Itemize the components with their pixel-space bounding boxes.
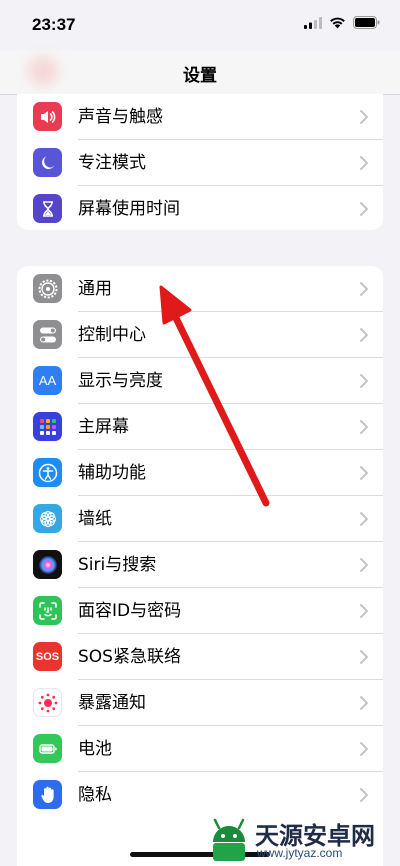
- status-time: 23:37: [32, 15, 76, 34]
- sos-icon: SOS: [33, 642, 62, 671]
- battery-icon: [353, 16, 380, 29]
- status-bar: 23:37: [0, 0, 400, 50]
- hand-icon: [33, 780, 62, 809]
- settings-row-screen-time[interactable]: 屏幕使用时间: [17, 186, 383, 230]
- nav-bar: 设置: [0, 50, 400, 95]
- chevron-right-icon: [360, 420, 368, 434]
- settings-row-label: SOS紧急联络: [78, 647, 181, 667]
- chevron-right-icon: [360, 156, 368, 170]
- accessibility-icon: [33, 458, 62, 487]
- cellular-signal-icon: [304, 16, 322, 29]
- settings-row-label: 控制中心: [78, 325, 146, 345]
- siri-icon: [33, 550, 62, 579]
- chevron-right-icon: [360, 282, 368, 296]
- settings-row-general[interactable]: 通用: [17, 266, 383, 312]
- chevron-right-icon: [360, 374, 368, 388]
- flower-icon: [33, 504, 62, 533]
- toggles-icon: [33, 320, 62, 349]
- page-title: 设置: [183, 66, 217, 86]
- chevron-right-icon: [360, 466, 368, 480]
- settings-row-label: 面容ID与密码: [78, 601, 182, 621]
- settings-row-label: 通用: [78, 279, 112, 299]
- settings-row-label: 专注模式: [78, 153, 146, 173]
- chevron-right-icon: [360, 110, 368, 124]
- settings-row-accessibility[interactable]: 辅助功能: [17, 450, 383, 496]
- chevron-right-icon: [360, 742, 368, 756]
- settings-row-label: 屏幕使用时间: [78, 199, 180, 219]
- moon-icon: [33, 148, 62, 177]
- settings-group-1: 声音与触感 专注模式 屏幕使用时间: [17, 94, 383, 230]
- chevron-right-icon: [360, 650, 368, 664]
- settings-row-label: Siri与搜索: [78, 555, 157, 575]
- settings-row-label: 墙纸: [78, 509, 112, 529]
- settings-group-2: 通用 控制中心 AA 显示与亮度 主屏幕 辅助功能 墙纸 Siri与搜索 面容I…: [17, 266, 383, 866]
- chevron-right-icon: [360, 604, 368, 618]
- chevron-right-icon: [360, 696, 368, 710]
- chevron-right-icon: [360, 512, 368, 526]
- watermark-url: www.jytyaz.com: [257, 846, 343, 860]
- settings-row-label: 辅助功能: [78, 463, 146, 483]
- settings-row-wallpaper[interactable]: 墙纸: [17, 496, 383, 542]
- hourglass-icon: [33, 194, 62, 223]
- settings-row-label: 隐私: [78, 785, 112, 805]
- settings-row-label: 暴露通知: [78, 693, 146, 713]
- settings-row-exposure-notifications[interactable]: 暴露通知: [17, 680, 383, 726]
- chevron-right-icon: [360, 558, 368, 572]
- android-robot-icon: [213, 818, 245, 861]
- gear-icon: [33, 274, 62, 303]
- chevron-right-icon: [360, 788, 368, 802]
- settings-row-emergency-sos[interactable]: SOS SOS紧急联络: [17, 634, 383, 680]
- settings-row-battery[interactable]: 电池: [17, 726, 383, 772]
- wifi-icon: [330, 17, 345, 28]
- status-icons: [304, 16, 380, 29]
- blurred-avatar: [28, 56, 58, 86]
- home-grid-icon: [33, 412, 62, 441]
- settings-row-label: 显示与亮度: [78, 371, 163, 391]
- chevron-right-icon: [360, 202, 368, 216]
- settings-row-label: 电池: [78, 739, 112, 759]
- settings-row-focus[interactable]: 专注模式: [17, 140, 383, 186]
- watermark: 天源安卓网 www.jytyaz.com: [205, 810, 400, 866]
- settings-row-face-id[interactable]: 面容ID与密码: [17, 588, 383, 634]
- settings-row-home-screen[interactable]: 主屏幕: [17, 404, 383, 450]
- speaker-icon: [33, 102, 62, 131]
- chevron-right-icon: [360, 328, 368, 342]
- exposure-icon: [33, 688, 62, 717]
- aa-text-icon: AA: [33, 366, 62, 395]
- settings-row-label: 声音与触感: [78, 107, 163, 127]
- settings-row-siri[interactable]: Siri与搜索: [17, 542, 383, 588]
- settings-row-sounds[interactable]: 声音与触感: [17, 94, 383, 140]
- face-id-icon: [33, 596, 62, 625]
- settings-row-display[interactable]: AA 显示与亮度: [17, 358, 383, 404]
- settings-row-control-center[interactable]: 控制中心: [17, 312, 383, 358]
- battery-setting-icon: [33, 734, 62, 763]
- settings-row-label: 主屏幕: [78, 417, 129, 437]
